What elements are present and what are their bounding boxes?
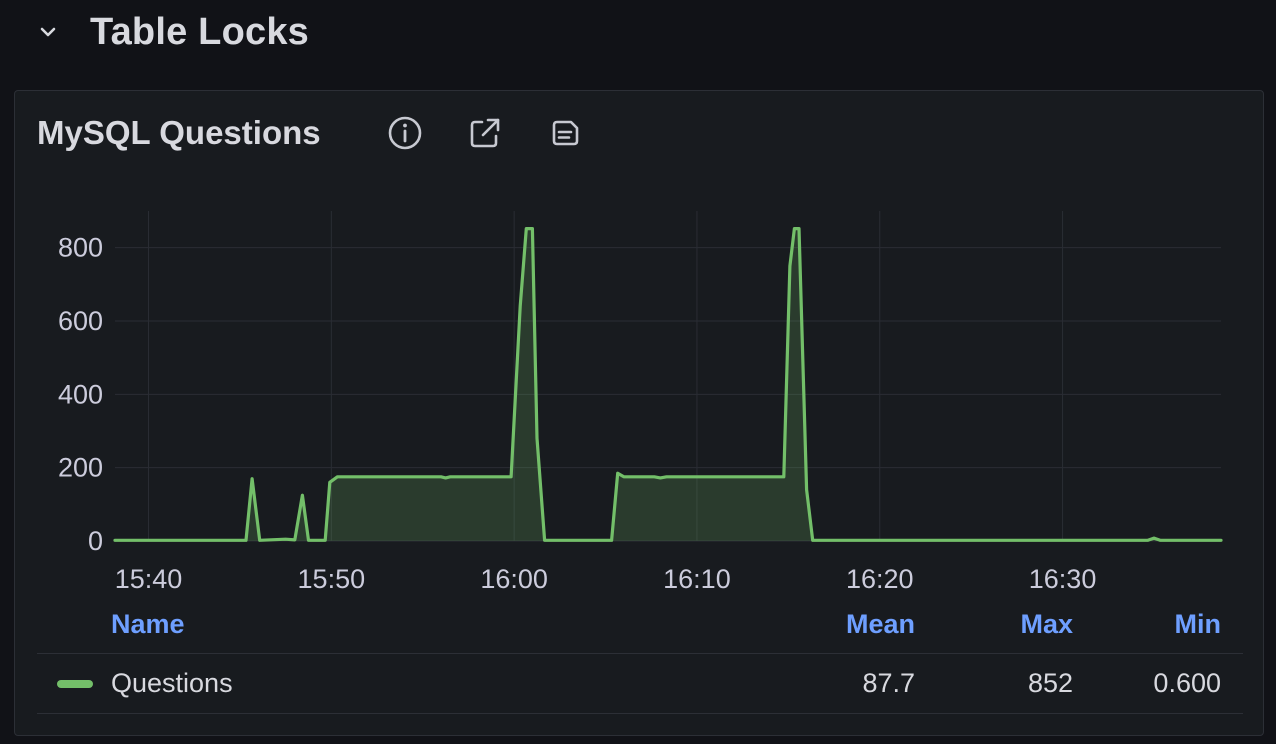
series-point <box>315 539 318 542</box>
legend-series-swatch[interactable] <box>57 680 93 688</box>
series-point <box>811 539 814 542</box>
y-tick-label: 800 <box>58 233 103 263</box>
y-tick-label: 400 <box>58 379 103 409</box>
legend-mean-value: 87.7 <box>862 668 915 698</box>
series-point <box>307 539 310 542</box>
series-point <box>324 539 327 542</box>
series-point <box>782 475 785 478</box>
panel-mysql-questions: MySQL Questions 0 200 400 600 800 15:40 15:50 1… <box>14 90 1264 736</box>
series-point <box>301 494 304 497</box>
legend-max-value: 852 <box>1027 668 1073 698</box>
x-tick-label: 16:10 <box>663 564 731 591</box>
series-point <box>653 475 656 478</box>
series-point <box>510 475 513 478</box>
series-point <box>449 475 452 478</box>
series-point <box>114 539 117 542</box>
series-point <box>284 538 287 541</box>
series-point <box>610 539 613 542</box>
series-point <box>665 475 668 478</box>
series-point <box>258 539 261 542</box>
series-point <box>1152 537 1155 540</box>
legend-divider <box>37 653 1243 654</box>
series-point <box>525 227 528 230</box>
x-tick-label: 16:00 <box>480 564 548 591</box>
series-point <box>793 227 796 230</box>
series-point <box>1146 539 1149 542</box>
y-tick-label: 200 <box>58 453 103 483</box>
y-tick-label: 600 <box>58 306 103 336</box>
series-point <box>293 538 296 541</box>
y-tick-label: 0 <box>88 526 103 556</box>
series-point <box>659 476 662 479</box>
chart-area[interactable]: 0 200 400 600 800 15:40 15:50 16:00 16:10 16:20 16… <box>15 91 1263 591</box>
series-point <box>245 539 248 542</box>
series-point <box>444 476 447 479</box>
series-point <box>440 475 443 478</box>
series-area-fill <box>115 228 1221 541</box>
series-point <box>616 472 619 475</box>
x-tick-label: 15:50 <box>298 564 366 591</box>
x-tick-label: 16:20 <box>846 564 914 591</box>
series-point <box>531 227 534 230</box>
series-point <box>543 539 546 542</box>
chevron-down-icon[interactable] <box>36 20 60 44</box>
series-point <box>805 488 808 491</box>
series-point <box>1159 539 1162 542</box>
series-point <box>519 305 522 308</box>
series-point <box>328 481 331 484</box>
series-point <box>251 477 254 480</box>
series-point <box>798 227 801 230</box>
legend-series-name[interactable]: Questions <box>111 665 233 701</box>
legend-header-name[interactable]: Name <box>111 606 185 642</box>
row-title[interactable]: Table Locks <box>90 8 309 56</box>
legend-header-max[interactable]: Max <box>935 606 1073 642</box>
legend-min-value: 0.600 <box>1153 668 1221 698</box>
series-point <box>817 539 820 542</box>
legend-header-min[interactable]: Min <box>1083 606 1222 642</box>
row-header: Table Locks <box>0 0 1276 64</box>
series-point <box>788 265 791 268</box>
series-point <box>535 437 538 440</box>
x-tick-label: 16:30 <box>1029 564 1097 591</box>
series-point <box>1220 539 1223 542</box>
legend-header-mean[interactable]: Mean <box>775 606 915 642</box>
series-point <box>622 475 625 478</box>
legend-divider-bottom <box>37 713 1243 714</box>
series-point <box>336 475 339 478</box>
x-tick-label: 15:40 <box>115 564 183 591</box>
